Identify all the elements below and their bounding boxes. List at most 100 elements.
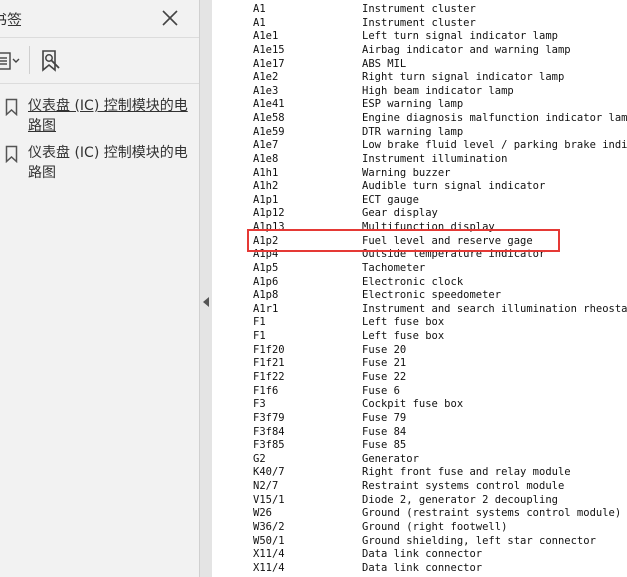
legend-row: A1p12 Gear display xyxy=(212,206,627,220)
close-icon xyxy=(162,10,178,26)
component-code: A1h1 xyxy=(253,166,279,179)
component-code: A1p2 xyxy=(253,234,279,247)
component-description: ESP warning lamp xyxy=(362,98,464,111)
component-code: A1e59 xyxy=(253,125,285,138)
component-description: Ground (restraint systems control module… xyxy=(362,507,622,520)
legend-row: A1p6 Electronic clock xyxy=(212,275,627,289)
component-code: N2/7 xyxy=(253,480,279,493)
legend-row: F3f79 Fuse 79 xyxy=(212,411,627,425)
find-bookmark-icon xyxy=(42,50,60,72)
legend-row: A1e59 DTR warning lamp xyxy=(212,125,627,139)
legend-row: A1 Instrument cluster xyxy=(212,2,627,16)
options-menu-icon xyxy=(0,52,20,70)
component-description: Instrument and search illumination rheos… xyxy=(362,302,627,315)
component-code: W26 xyxy=(253,507,272,520)
component-description: Data link connector xyxy=(362,561,483,574)
component-code: A1e8 xyxy=(253,152,279,165)
component-description: Right turn signal indicator lamp xyxy=(362,71,565,84)
component-code: A1 xyxy=(253,3,266,15)
legend-row: A1e7 Low brake fluid level / parking brak… xyxy=(212,138,627,152)
component-code: X11/4 xyxy=(253,548,285,561)
legend-row: G2 Generator xyxy=(212,452,627,466)
component-code: A1p6 xyxy=(253,275,279,288)
legend-row: F1f20 Fuse 20 xyxy=(212,343,627,357)
component-code: A1h2 xyxy=(253,180,279,193)
legend-row: F1f21 Fuse 21 xyxy=(212,356,627,370)
component-description: Data link connector xyxy=(362,548,483,561)
legend-row: X11/4 Data link connector xyxy=(212,547,627,561)
legend-row: A1e41 ESP warning lamp xyxy=(212,97,627,111)
component-code: A1p8 xyxy=(253,289,279,302)
document-page: A1 Instrument cluster A1 Instrument cluster… xyxy=(212,0,627,577)
legend-row: V15/1 Diode 2, generator 2 decoupling xyxy=(212,493,627,507)
component-description: Fuse 22 xyxy=(362,371,407,383)
component-code: F1 xyxy=(253,316,266,329)
component-description: Airbag indicator and warning lamp xyxy=(362,43,571,56)
component-description: Ground (right footwell) xyxy=(362,520,508,533)
legend-row: A1e15 Airbag indicator and warning lamp xyxy=(212,43,627,57)
legend-row: A1 Instrument cluster xyxy=(212,16,627,30)
component-description: Fuel level and reserve gage xyxy=(362,234,533,247)
component-code: F3f84 xyxy=(253,425,285,438)
component-code: A1e17 xyxy=(253,57,285,70)
component-description: Fuse 6 xyxy=(362,384,400,397)
legend-row: F3f85 Fuse 85 xyxy=(212,438,627,452)
component-description: Tachometer xyxy=(362,261,426,274)
legend-row: A1p2 Fuel level and reserve gage xyxy=(212,234,627,248)
component-code: A1p12 xyxy=(253,207,285,220)
component-code: F3f79 xyxy=(253,411,285,424)
legend-row: A1h1 Warning buzzer xyxy=(212,166,627,180)
component-description: Left fuse box xyxy=(362,316,445,329)
component-description: Instrument cluster xyxy=(362,3,476,15)
legend-row: A1r1 Instrument and search illumination r… xyxy=(212,302,627,316)
legend-row: A1e2 Right turn signal indicator lamp xyxy=(212,70,627,84)
legend-row: N2/7 Restraint systems control module xyxy=(212,479,627,493)
legend-row: A1p8 Electronic speedometer xyxy=(212,288,627,302)
bookmark-item[interactable]: 仪表盘 (IC) 控制模块的电路图 xyxy=(0,143,199,185)
bookmark-options-button[interactable] xyxy=(0,50,22,72)
component-code: W36/2 xyxy=(253,520,285,533)
component-code: A1p5 xyxy=(253,261,279,274)
component-description: Engine diagnosis malfunction indicator l… xyxy=(362,112,627,125)
legend-row: A1e58 Engine diagnosis malfunction indica… xyxy=(212,111,627,125)
component-description: Instrument cluster xyxy=(362,16,476,29)
component-description: Multifunction display xyxy=(362,221,495,234)
component-description: Gear display xyxy=(362,207,438,220)
component-code: W50/1 xyxy=(253,534,285,547)
panel-splitter[interactable] xyxy=(199,0,212,577)
component-description: High beam indicator lamp xyxy=(362,84,514,97)
component-code: A1p1 xyxy=(253,193,279,206)
legend-row: F3f84 Fuse 84 xyxy=(212,425,627,439)
component-description: Restraint systems control module xyxy=(362,480,565,493)
legend-row: W26 Ground (restraint systems control mod… xyxy=(212,506,627,520)
bookmark-label[interactable]: 仪表盘 (IC) 控制模块的电路图 xyxy=(28,143,193,183)
component-description: Fuse 79 xyxy=(362,411,407,424)
find-bookmark-button[interactable] xyxy=(38,48,64,74)
component-description: Generator xyxy=(362,452,419,465)
component-code: A1 xyxy=(253,16,266,29)
component-code: F1f21 xyxy=(253,357,285,370)
bookmark-label[interactable]: 仪表盘 (IC) 控制模块的电路图 xyxy=(28,96,193,136)
bookmark-icon xyxy=(5,98,18,116)
close-panel-button[interactable] xyxy=(160,8,180,28)
component-code: A1r1 xyxy=(253,302,279,315)
component-code: X11/4 xyxy=(253,561,285,574)
component-code: A1e3 xyxy=(253,84,279,97)
collapse-arrow-icon[interactable] xyxy=(203,297,209,307)
legend-row: A1e3 High beam indicator lamp xyxy=(212,84,627,98)
legend-row: A1p4 Outside temperature indicator xyxy=(212,247,627,261)
component-code: V15/1 xyxy=(253,493,285,506)
component-code: K40/7 xyxy=(253,466,285,479)
component-description: Outside temperature indicator xyxy=(362,248,546,261)
legend-row: F1f22 Fuse 22 xyxy=(212,370,627,384)
bookmark-item[interactable]: 仪表盘 (IC) 控制模块的电路图 xyxy=(0,96,199,138)
legend-row: A1e17 ABS MIL xyxy=(212,57,627,71)
component-code: F3f85 xyxy=(253,439,285,452)
legend-row: A1p13 Multifunction display xyxy=(212,220,627,234)
legend-row: F1 Left fuse box xyxy=(212,329,627,343)
component-description: Ground shielding, left star connector xyxy=(362,534,596,547)
component-code: A1e15 xyxy=(253,43,285,56)
component-code: A1e1 xyxy=(253,30,279,43)
component-description: Fuse 85 xyxy=(362,439,407,452)
component-code: F1f6 xyxy=(253,384,279,397)
